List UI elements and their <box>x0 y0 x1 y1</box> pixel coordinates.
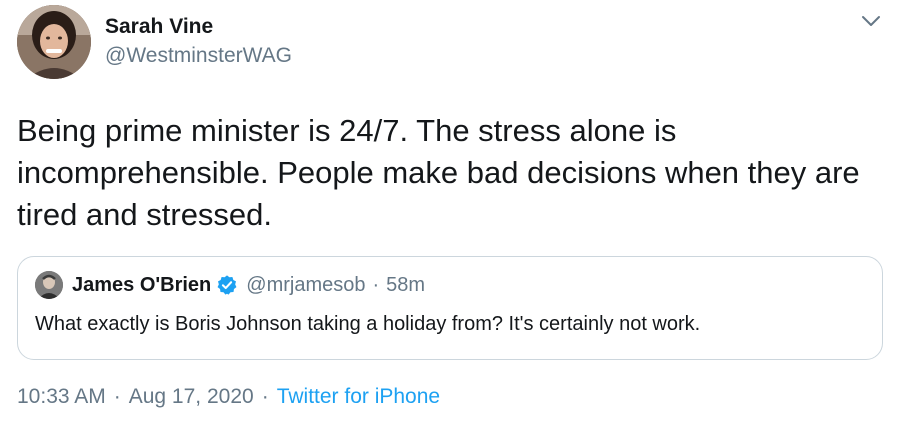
quoted-author-handle[interactable]: @mrjamesob <box>246 274 365 297</box>
quoted-timestamp[interactable]: 58m <box>386 274 425 297</box>
tweet-date[interactable]: Aug 17, 2020 <box>129 385 254 409</box>
tweet-text: Being prime minister is 24/7. The stress… <box>17 113 860 232</box>
meta-separator-2: · <box>261 385 269 408</box>
author-display-name[interactable]: Sarah Vine <box>105 14 292 40</box>
tweet-card: Sarah Vine @WestminsterWAG Being prime m… <box>0 0 900 426</box>
tweet-header: Sarah Vine @WestminsterWAG <box>17 5 292 79</box>
quoted-separator: · <box>372 273 380 296</box>
tweet-meta: 10:33 AM · Aug 17, 2020 · Twitter for iP… <box>17 385 440 409</box>
author-names: Sarah Vine @WestminsterWAG <box>105 14 292 71</box>
author-avatar[interactable] <box>17 5 91 79</box>
tweet-time[interactable]: 10:33 AM <box>17 385 106 409</box>
quoted-tweet-text: What exactly is Boris Johnson taking a h… <box>35 313 701 335</box>
quoted-author-avatar[interactable] <box>35 271 63 299</box>
meta-separator: · <box>113 385 121 408</box>
verified-badge-icon <box>216 274 238 296</box>
author-handle[interactable]: @WestminsterWAG <box>105 41 292 71</box>
tweet-source-link[interactable]: Twitter for iPhone <box>277 385 440 409</box>
quoted-author-name[interactable]: James O'Brien <box>72 274 211 297</box>
quoted-tweet-header: James O'Brien @mrjamesob · 58m <box>35 270 865 300</box>
quoted-tweet[interactable]: James O'Brien @mrjamesob · 58m What exac… <box>17 256 883 360</box>
chevron-down-icon[interactable] <box>858 8 884 34</box>
